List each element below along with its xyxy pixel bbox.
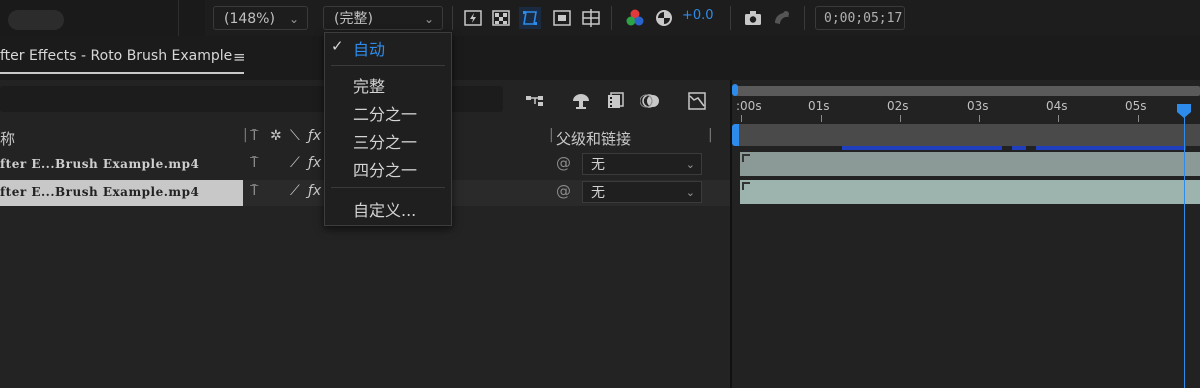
parent-value: 无 <box>591 185 605 201</box>
pick-whip-icon[interactable]: @ <box>556 154 571 172</box>
menu-item-label: 二分之一 <box>353 105 418 124</box>
parent-dropdown[interactable]: 无 ⌄ <box>582 153 702 175</box>
grid-guides-icon[interactable] <box>580 7 602 29</box>
parent-link-header[interactable]: 父级和链接 <box>556 128 631 149</box>
shy-switch-icon[interactable]: ⍑ <box>250 183 258 199</box>
menu-item-label: 完整 <box>353 77 386 96</box>
color-channels-icon[interactable] <box>624 7 646 29</box>
time-ruler-label: 04s <box>1046 99 1068 113</box>
time-ruler-label: 05s <box>1125 99 1147 113</box>
time-ruler-tick <box>900 115 901 122</box>
time-ruler-tick <box>821 115 822 122</box>
menu-item-label: 三分之一 <box>353 133 418 152</box>
column-divider: | <box>549 127 554 143</box>
toolbar-divider <box>730 6 731 30</box>
time-navigator-start-handle[interactable] <box>732 124 739 146</box>
time-navigator-bar[interactable] <box>735 124 1200 146</box>
time-ruler-label: 03s <box>967 99 989 113</box>
composition-flowchart-icon[interactable] <box>524 90 546 112</box>
zoom-dropdown[interactable]: (148%) ⌄ <box>213 6 308 30</box>
menu-item-half[interactable]: 二分之一 <box>325 99 451 125</box>
current-time-indicator-line[interactable] <box>1184 104 1185 388</box>
menu-item-label: 自动 <box>353 40 386 59</box>
toolbar-divider <box>452 6 453 30</box>
zoom-value: (148%) <box>224 11 275 27</box>
cached-frames-indicator <box>1036 146 1186 150</box>
layer-name-header[interactable]: 称 <box>0 128 15 149</box>
toolbar-divider <box>178 0 179 36</box>
layer-duration-bar[interactable] <box>740 180 1200 204</box>
quality-switch-icon[interactable]: ⟋ <box>290 183 300 199</box>
motion-blur-icon[interactable] <box>640 90 662 112</box>
shy-switch-icon[interactable]: ⍑ <box>250 128 258 144</box>
chevron-down-icon: ⌄ <box>685 158 695 171</box>
column-divider: | <box>708 127 713 143</box>
menu-item-label: 自定义... <box>353 201 417 220</box>
menu-item-auto[interactable]: ✓ 自动 <box>325 33 451 59</box>
exposure-value[interactable]: +0.0 <box>682 8 714 23</box>
menu-divider <box>331 65 445 66</box>
camera-snapshot-icon[interactable] <box>742 7 764 29</box>
shy-layers-icon[interactable] <box>570 90 592 112</box>
graph-editor-icon[interactable] <box>686 90 708 112</box>
quality-switch-icon[interactable]: ⟋ <box>290 155 300 171</box>
layer-in-point-marker <box>742 154 750 162</box>
frame-blending-icon[interactable] <box>605 90 627 112</box>
parent-value: 无 <box>591 157 605 173</box>
resolution-value: (完整) <box>334 11 373 27</box>
toolbar-divider <box>804 6 805 30</box>
checkmark-icon: ✓ <box>331 37 344 55</box>
time-ruler-tick <box>1058 115 1059 122</box>
time-ruler-label: :00s <box>736 99 762 113</box>
active-tab-underline <box>0 72 244 74</box>
fast-previews-icon[interactable] <box>462 7 484 29</box>
hamburger-icon[interactable]: ≡ <box>233 48 246 66</box>
layer-name[interactable]: fter E...Brush Example.mp4 <box>0 157 199 171</box>
time-ruler-label: 02s <box>887 99 909 113</box>
tab-composition[interactable]: fter Effects - Roto Brush Example <box>0 48 232 64</box>
pick-whip-icon[interactable]: @ <box>556 182 571 200</box>
time-ruler-tick <box>741 115 742 122</box>
show-snapshot-icon[interactable] <box>771 7 793 29</box>
viewer-toolbar: (148%) ⌄ (完整) ⌄ +0.0 0;00;05;17 <box>0 0 1200 36</box>
work-area-start-handle[interactable] <box>732 84 738 96</box>
chevron-down-icon: ⌄ <box>685 186 695 199</box>
menu-item-quarter[interactable]: 四分之一 <box>325 155 451 181</box>
effects-switch-icon[interactable]: ƒx <box>308 128 321 144</box>
chevron-down-icon: ⌄ <box>423 12 434 26</box>
work-area-bar[interactable] <box>735 86 1200 96</box>
shy-switch-icon[interactable]: ⍑ <box>250 155 258 171</box>
resolution-dropdown[interactable]: (完整) ⌄ <box>323 6 443 30</box>
menu-item-third[interactable]: 三分之一 <box>325 127 451 153</box>
menu-divider <box>331 187 445 188</box>
parent-dropdown[interactable]: 无 ⌄ <box>582 181 702 203</box>
menu-item-custom[interactable]: 自定义... <box>325 195 451 221</box>
layer-duration-bar[interactable] <box>740 152 1200 176</box>
time-ruler-tick <box>979 115 980 122</box>
menu-item-full[interactable]: 完整 <box>325 71 451 97</box>
layer-in-point-marker <box>742 182 750 190</box>
effects-switch-icon[interactable]: ƒx <box>308 183 321 199</box>
transparency-grid-icon[interactable] <box>490 7 512 29</box>
chevron-down-icon: ⌄ <box>288 12 299 26</box>
layer-name[interactable]: fter E...Brush Example.mp4 <box>0 185 199 199</box>
quality-switch-icon[interactable]: ⟍ <box>290 128 300 144</box>
exposure-reset-icon[interactable] <box>653 7 675 29</box>
effects-switch-icon[interactable]: ƒx <box>308 155 321 171</box>
mask-visibility-icon[interactable] <box>519 7 541 29</box>
collapse-switch-icon[interactable]: ✲ <box>270 128 282 144</box>
current-time-indicator-icon[interactable] <box>1176 103 1192 119</box>
time-ruler-tick <box>1138 115 1139 122</box>
cached-frames-indicator <box>842 146 1002 150</box>
time-ruler-label: 01s <box>808 99 830 113</box>
toolbar-divider <box>611 6 612 30</box>
resolution-menu: ✓ 自动 完整 二分之一 三分之一 四分之一 自定义... <box>324 32 452 226</box>
cached-frames-indicator <box>1012 146 1026 150</box>
column-divider: | <box>243 127 248 143</box>
toolbar-pill <box>8 10 64 30</box>
menu-item-label: 四分之一 <box>353 161 418 180</box>
timecode-display[interactable]: 0;00;05;17 <box>815 6 905 30</box>
region-of-interest-icon[interactable] <box>551 7 573 29</box>
